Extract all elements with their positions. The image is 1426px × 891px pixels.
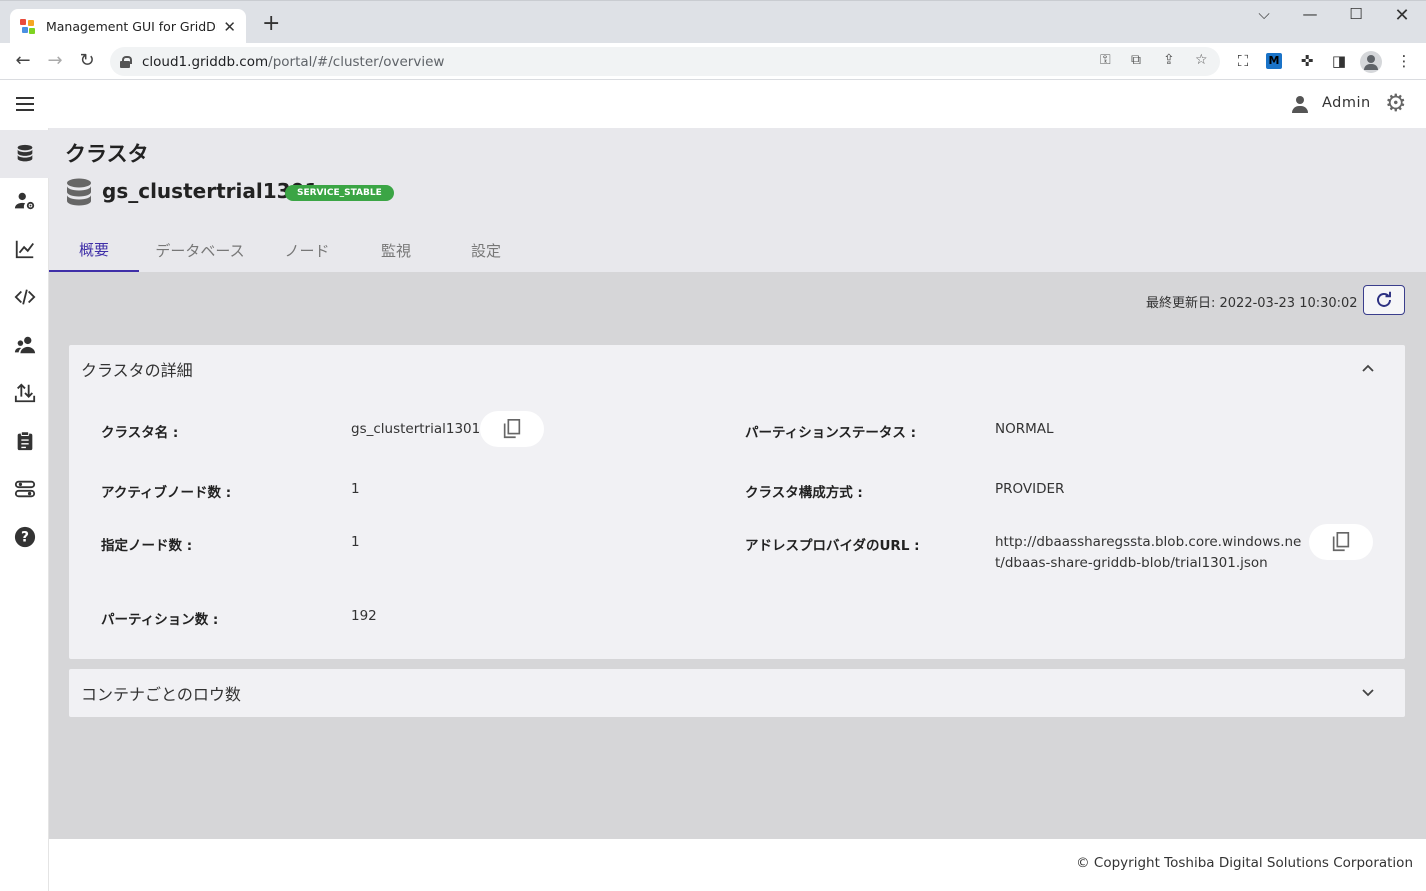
copy-cluster-name-button[interactable] bbox=[480, 411, 544, 447]
close-window-icon[interactable]: ✕ bbox=[1392, 5, 1412, 26]
designated-nodes-value: 1 bbox=[351, 534, 360, 550]
tab-database[interactable]: データベース bbox=[139, 228, 261, 272]
screenshot-icon[interactable]: ⛶ bbox=[1234, 52, 1252, 70]
sidebar-item-monitoring[interactable] bbox=[0, 225, 49, 273]
reload-icon[interactable]: ↻ bbox=[76, 50, 98, 71]
sidebar-item-logs[interactable] bbox=[0, 417, 49, 465]
extensions-puzzle-icon[interactable]: ✜ bbox=[1298, 52, 1316, 70]
key-icon[interactable]: ⚿ bbox=[1100, 52, 1111, 68]
help-icon: ? bbox=[14, 526, 35, 548]
profile-avatar-icon[interactable] bbox=[1360, 51, 1382, 73]
copy-icon bbox=[1332, 532, 1350, 552]
active-nodes-value: 1 bbox=[351, 481, 360, 497]
address-bar[interactable]: cloud1.griddb.com/portal/#/cluster/overv… bbox=[110, 47, 1220, 76]
overview-content: 最終更新日: 2022-03-23 10:30:02 クラスタの詳細 クラスタ名… bbox=[49, 272, 1426, 839]
svg-text:?: ? bbox=[21, 530, 29, 546]
sidebar-item-import-export[interactable] bbox=[0, 369, 49, 417]
code-icon bbox=[14, 289, 35, 305]
database-icon bbox=[17, 144, 32, 162]
chevron-up-icon[interactable] bbox=[1361, 361, 1375, 375]
partition-status-value: NORMAL bbox=[995, 421, 1054, 437]
clipboard-icon bbox=[17, 431, 32, 451]
browser-tab[interactable]: Management GUI for GridDB Cloud ✕ bbox=[10, 9, 246, 44]
rows-per-container-panel[interactable]: コンテナごとのロウ数 bbox=[69, 669, 1405, 717]
griddb-favicon-icon bbox=[20, 18, 36, 35]
footer: © Copyright Toshiba Digital Solutions Co… bbox=[49, 839, 1426, 891]
back-icon[interactable]: ← bbox=[12, 50, 34, 71]
copy-icon bbox=[503, 419, 521, 439]
tab-settings[interactable]: 設定 bbox=[439, 228, 533, 272]
forward-icon[interactable]: → bbox=[44, 50, 66, 71]
partitions-value: 192 bbox=[351, 608, 377, 624]
cluster-details-heading[interactable]: クラスタの詳細 bbox=[81, 357, 193, 381]
chart-line-icon bbox=[15, 240, 34, 259]
bookmark-star-icon[interactable]: ☆ bbox=[1195, 52, 1208, 68]
sidebar-item-help[interactable]: ? bbox=[0, 513, 49, 561]
import-export-icon bbox=[14, 383, 35, 403]
sidebar-item-users[interactable] bbox=[0, 321, 49, 369]
tab-monitoring[interactable]: 監視 bbox=[353, 228, 439, 272]
user-name[interactable]: Admin bbox=[1322, 95, 1371, 111]
main-content: クラスタ gs_clustertrial1301 SERVICE_STABLE … bbox=[49, 128, 1426, 839]
chevron-down-icon[interactable] bbox=[1361, 686, 1375, 700]
minimize-icon[interactable]: — bbox=[1300, 5, 1320, 23]
user-settings-icon bbox=[14, 192, 34, 210]
copyright: © Copyright Toshiba Digital Solutions Co… bbox=[1076, 855, 1413, 871]
config-method-label: クラスタ構成方式 : bbox=[745, 485, 863, 501]
user-icon bbox=[1291, 95, 1309, 113]
url-path: /portal/#/cluster/overview bbox=[268, 53, 445, 70]
cluster-database-icon bbox=[67, 178, 91, 206]
lock-icon bbox=[120, 55, 132, 68]
last-updated: 最終更新日: 2022-03-23 10:30:02 bbox=[1146, 296, 1358, 311]
provider-url-label: アドレスプロバイダのURL : bbox=[745, 538, 920, 554]
users-icon bbox=[14, 336, 35, 354]
browser-tab-strip: Management GUI for GridDB Cloud ✕ + ⌵ — … bbox=[0, 0, 1426, 44]
tab-search-icon[interactable]: ⌵ bbox=[1254, 5, 1274, 23]
refresh-icon bbox=[1377, 291, 1391, 307]
share-icon[interactable]: ⇪ bbox=[1163, 52, 1175, 68]
settings-sliders-icon bbox=[14, 480, 35, 498]
page-title: クラスタ bbox=[65, 142, 149, 166]
sidebar-item-user-settings[interactable] bbox=[0, 177, 49, 225]
sidebar-item-cluster[interactable] bbox=[0, 130, 49, 178]
sidebar-item-query[interactable] bbox=[0, 273, 49, 321]
translate-icon[interactable]: ⧉ bbox=[1131, 52, 1141, 68]
hamburger-menu-icon[interactable] bbox=[16, 97, 34, 111]
sidebar: ? bbox=[0, 128, 49, 891]
cluster-name-label: クラスタ名 : bbox=[101, 425, 179, 441]
tab-nodes[interactable]: ノード bbox=[261, 228, 353, 272]
status-badge: SERVICE_STABLE bbox=[285, 185, 394, 201]
cluster-tabs: 概要 データベース ノード 監視 設定 bbox=[49, 228, 533, 272]
maximize-icon[interactable]: ☐ bbox=[1346, 5, 1366, 23]
partitions-label: パーティション数 : bbox=[101, 612, 219, 628]
provider-url-value: http://dbaassharegssta.blob.core.windows… bbox=[995, 534, 1302, 571]
refresh-button[interactable] bbox=[1363, 285, 1405, 315]
new-tab-icon[interactable]: + bbox=[262, 13, 280, 35]
browser-menu-icon[interactable]: ⋮ bbox=[1395, 52, 1413, 70]
tab-overview[interactable]: 概要 bbox=[49, 228, 139, 272]
sidebar-item-settings[interactable] bbox=[0, 465, 49, 513]
gear-icon[interactable]: ⚙ bbox=[1385, 91, 1407, 115]
active-nodes-label: アクティブノード数 : bbox=[101, 485, 232, 501]
m-extension-icon[interactable]: M bbox=[1266, 53, 1282, 69]
cluster-name-value: gs_clustertrial1301 bbox=[351, 421, 481, 437]
browser-toolbar: ← → ↻ cloud1.griddb.com/portal/#/cluster… bbox=[0, 43, 1426, 80]
rows-per-container-heading[interactable]: コンテナごとのロウ数 bbox=[81, 681, 241, 705]
designated-nodes-label: 指定ノード数 : bbox=[101, 538, 193, 554]
app-header: Admin ⚙ bbox=[0, 80, 1426, 128]
browser-tab-title: Management GUI for GridDB Cloud bbox=[45, 19, 217, 34]
config-method-value: PROVIDER bbox=[995, 481, 1065, 497]
close-tab-icon[interactable]: ✕ bbox=[223, 18, 236, 36]
side-panel-icon[interactable]: ◨ bbox=[1330, 52, 1348, 70]
cluster-details-panel: クラスタの詳細 クラスタ名 : gs_clustertrial1301 アクティ… bbox=[69, 345, 1405, 659]
url-host: cloud1.griddb.com bbox=[142, 53, 269, 70]
partition-status-label: パーティションステータス : bbox=[745, 425, 917, 441]
copy-provider-url-button[interactable] bbox=[1309, 524, 1373, 560]
